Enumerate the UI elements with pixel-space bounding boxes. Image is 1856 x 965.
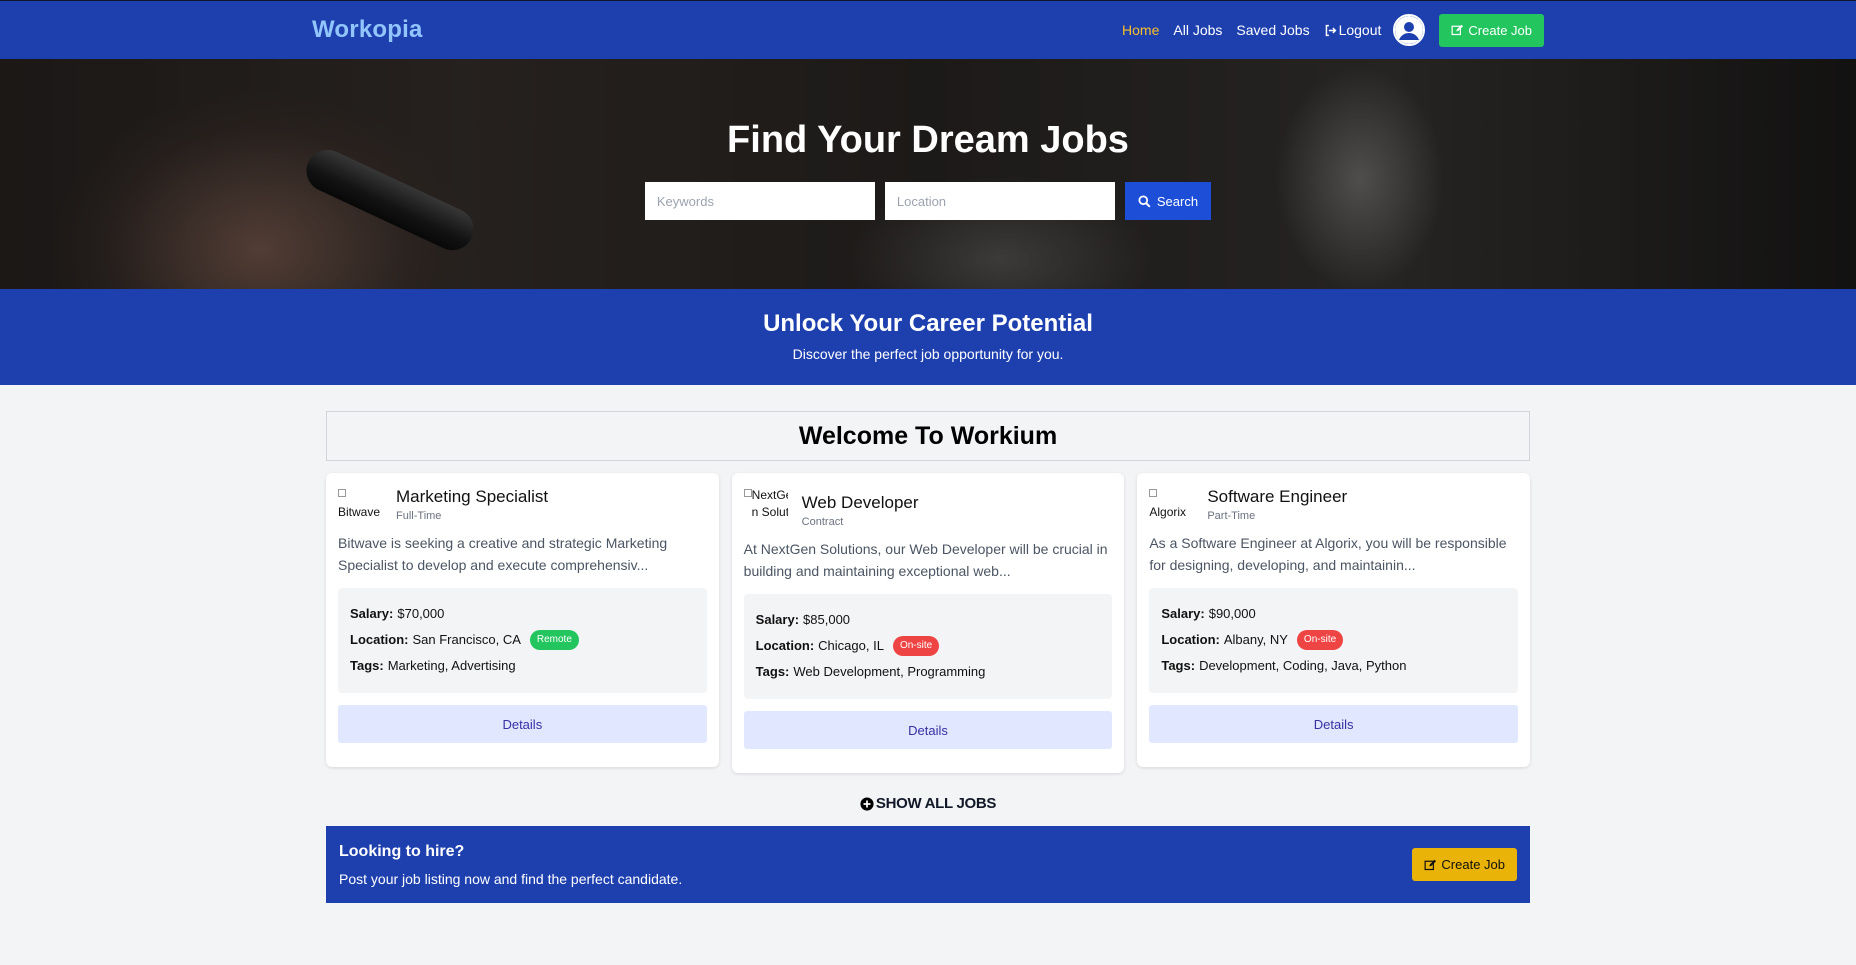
nav-link-home[interactable]: Home xyxy=(1122,22,1159,38)
hero-section: Find Your Dream Jobs Search xyxy=(0,59,1856,289)
broken-image-icon xyxy=(338,489,346,497)
logout-icon xyxy=(1325,24,1336,36)
company-logo-alt: NextGen Solutions xyxy=(751,488,788,519)
job-salary: $85,000 xyxy=(803,612,851,627)
banner-title: Unlock Your Career Potential xyxy=(763,310,1093,337)
work-mode-badge: Remote xyxy=(529,630,579,650)
job-description: As a Software Engineer at Algorix, you w… xyxy=(1149,535,1507,573)
job-description: Bitwave is seeking a creative and strate… xyxy=(338,535,668,573)
job-card: Bitwave Marketing Specialist Full-Time B… xyxy=(326,473,719,767)
create-job-cta-button[interactable]: Create Job xyxy=(1412,848,1517,881)
edit-icon xyxy=(1424,859,1437,870)
broken-image-icon xyxy=(1149,489,1158,497)
user-avatar-icon xyxy=(1395,16,1424,44)
broken-image-icon xyxy=(743,489,752,497)
location-label: Location: xyxy=(350,632,409,647)
job-card: Algorix Software Engineer Part-Time As a… xyxy=(1137,473,1531,767)
tags-label: Tags: xyxy=(350,658,384,673)
job-location: Chicago, IL xyxy=(818,638,884,653)
job-title: Web Developer xyxy=(801,493,919,512)
salary-label: Salary: xyxy=(1161,606,1205,621)
job-info: Salary: $90,000 Location: Albany, NY On-sit… xyxy=(1149,588,1519,693)
show-all-label: SHOW ALL JOBS xyxy=(875,795,997,812)
job-info: Salary: $70,000 Location: San Francisco, C… xyxy=(338,588,707,693)
hire-title: Looking to hire? xyxy=(339,842,465,860)
job-type: Full-Time xyxy=(396,510,442,522)
create-job-cta-label: Create Job xyxy=(1441,857,1505,872)
job-description: At NextGen Solutions, our Web Developer … xyxy=(743,541,1108,579)
main-content: Welcome To Workium Bitwave Marketing Spe… xyxy=(326,411,1531,903)
job-info: Salary: $85,000 Location: Chicago, IL On-si… xyxy=(743,594,1113,699)
job-title: Software Engineer xyxy=(1207,487,1348,506)
search-button[interactable]: Search xyxy=(1124,182,1212,220)
location-label: Location: xyxy=(1161,632,1220,647)
job-card: NextGen Solutions Web Developer Contract… xyxy=(731,473,1125,773)
job-salary: $90,000 xyxy=(1208,606,1256,621)
salary-label: Salary: xyxy=(350,606,394,621)
job-title: Marketing Specialist xyxy=(396,487,549,506)
company-logo: NextGen Solutions xyxy=(743,487,788,526)
show-all-jobs-link[interactable]: SHOW ALL JOBS xyxy=(326,795,1530,812)
create-job-button[interactable]: Create Job xyxy=(1439,13,1544,47)
hire-subtitle: Post your job listing now and find the p… xyxy=(339,870,683,887)
job-location: San Francisco, CA xyxy=(412,632,521,647)
search-form: Search xyxy=(0,182,1856,220)
company-logo: Algorix xyxy=(1149,487,1193,521)
welcome-heading: Welcome To Workium xyxy=(326,411,1530,461)
banner-subtitle: Discover the perfect job opportunity for… xyxy=(792,346,1064,362)
tags-label: Tags: xyxy=(755,664,790,679)
job-cards: Bitwave Marketing Specialist Full-Time B… xyxy=(326,473,1531,773)
company-logo-alt: Bitwave xyxy=(338,504,381,519)
plus-circle-icon xyxy=(860,796,874,811)
job-tags: Marketing, Advertising xyxy=(387,658,516,673)
search-label: Search xyxy=(1156,193,1199,209)
company-logo: Bitwave xyxy=(338,487,382,521)
location-input[interactable] xyxy=(884,182,1115,220)
career-banner: Unlock Your Career Potential Discover th… xyxy=(0,289,1856,385)
tags-label: Tags: xyxy=(1161,658,1196,673)
work-mode-badge: On-site xyxy=(892,636,940,656)
hire-banner: Looking to hire? Post your job listing n… xyxy=(326,826,1530,903)
user-avatar[interactable] xyxy=(1393,14,1426,46)
nav-links: Home All Jobs Saved Jobs Logout Create J… xyxy=(1108,13,1544,47)
nav-link-saved-jobs[interactable]: Saved Jobs xyxy=(1236,22,1309,38)
nav-link-all-jobs[interactable]: All Jobs xyxy=(1173,22,1222,38)
search-icon xyxy=(1138,194,1151,207)
location-label: Location: xyxy=(755,638,815,653)
job-location: Albany, NY xyxy=(1223,632,1288,647)
create-job-label: Create Job xyxy=(1468,22,1532,38)
keywords-input[interactable] xyxy=(644,182,875,220)
navbar: Workopia Home All Jobs Saved Jobs Logout… xyxy=(0,0,1856,59)
job-tags: Development, Coding, Java, Python xyxy=(1199,658,1407,673)
job-type: Part-Time xyxy=(1207,510,1256,522)
edit-icon xyxy=(1451,24,1464,36)
details-button[interactable]: Details xyxy=(338,705,707,743)
logout-link[interactable]: Logout xyxy=(1324,22,1382,38)
logout-label: Logout xyxy=(1338,22,1382,38)
company-logo-alt: Algorix xyxy=(1149,504,1187,519)
salary-label: Salary: xyxy=(755,612,800,627)
details-button[interactable]: Details xyxy=(1149,705,1519,743)
work-mode-badge: On-site xyxy=(1296,630,1344,650)
job-type: Contract xyxy=(801,516,844,528)
hero-title: Find Your Dream Jobs xyxy=(727,119,1129,161)
brand-logo[interactable]: Workopia xyxy=(312,16,423,44)
job-salary: $70,000 xyxy=(397,606,445,621)
details-button[interactable]: Details xyxy=(743,711,1113,749)
job-tags: Web Development, Programming xyxy=(793,664,986,679)
